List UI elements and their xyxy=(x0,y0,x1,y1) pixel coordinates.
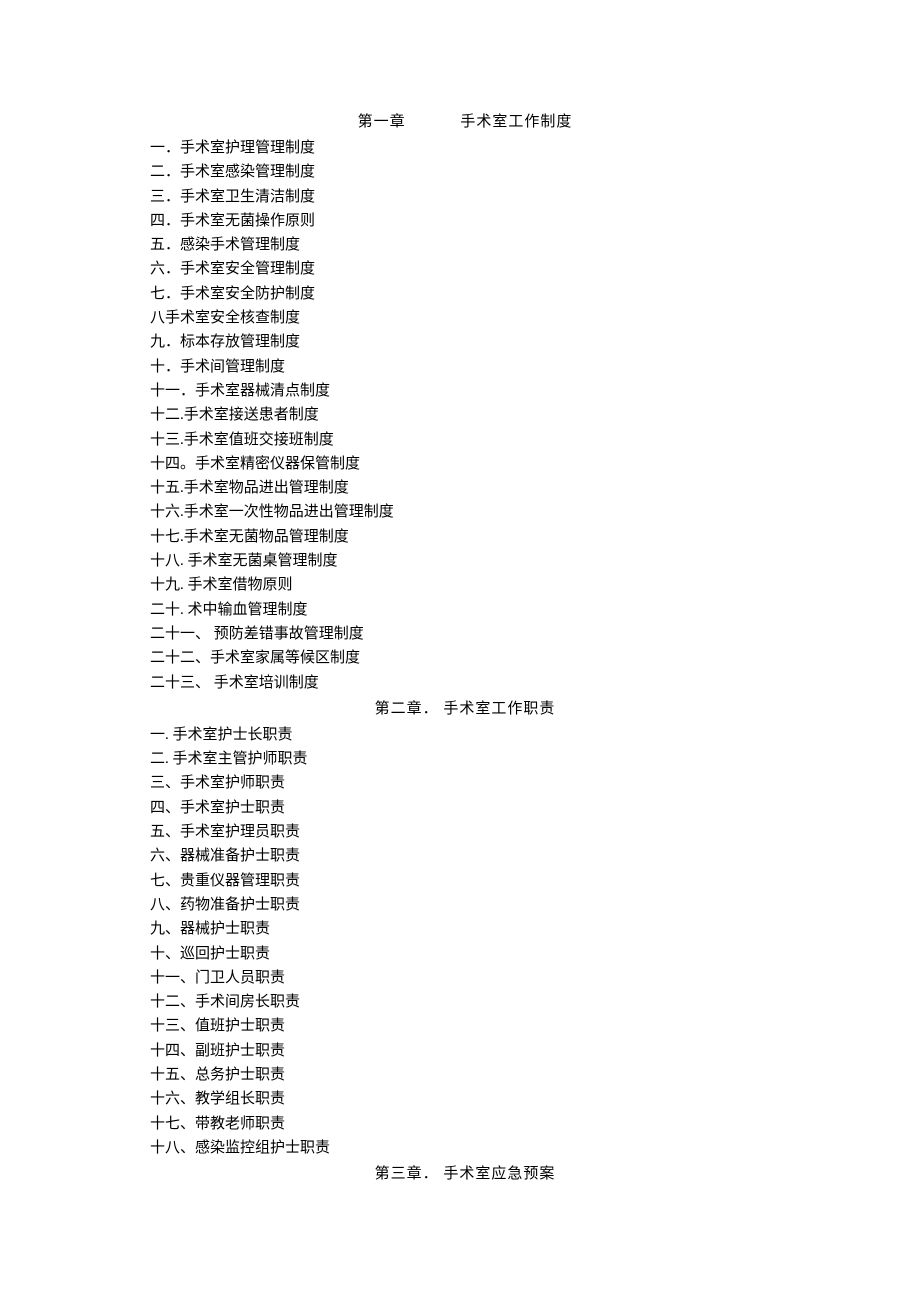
list-item: 三、手术室护师职责 xyxy=(150,771,780,795)
chapter-2-number: 第二章． xyxy=(375,701,439,717)
list-item: 二十一、 预防差错事故管理制度 xyxy=(150,622,780,646)
list-item: 二. 手术室主管护师职责 xyxy=(150,747,780,771)
chapter-1-number: 第一章 xyxy=(358,114,406,130)
list-item: 八手术室安全核查制度 xyxy=(150,306,780,330)
chapter-1-section: 第一章 手术室工作制度 一．手术室护理管理制度 二．手术室感染管理制度 三．手术… xyxy=(150,110,780,695)
list-item: 十六、教学组长职责 xyxy=(150,1087,780,1111)
chapter-1-title: 手术室工作制度 xyxy=(460,114,572,130)
list-item: 四、手术室护士职责 xyxy=(150,796,780,820)
chapter-1-list: 一．手术室护理管理制度 二．手术室感染管理制度 三．手术室卫生清洁制度 四．手术… xyxy=(150,136,780,695)
chapter-3-section: 第三章． 手术室应急预案 xyxy=(150,1162,780,1186)
list-item: 十三.手术室值班交接班制度 xyxy=(150,428,780,452)
list-item: 二十三、 手术室培训制度 xyxy=(150,671,780,695)
list-item: 十二、手术间房长职责 xyxy=(150,990,780,1014)
list-item: 二十. 术中输血管理制度 xyxy=(150,598,780,622)
list-item: 七．手术室安全防护制度 xyxy=(150,282,780,306)
list-item: 八、药物准备护士职责 xyxy=(150,893,780,917)
list-item: 五、手术室护理员职责 xyxy=(150,820,780,844)
list-item: 九、器械护士职责 xyxy=(150,917,780,941)
list-item: 十七.手术室无菌物品管理制度 xyxy=(150,525,780,549)
list-item: 九．标本存放管理制度 xyxy=(150,330,780,354)
list-item: 十九. 手术室借物原则 xyxy=(150,573,780,597)
list-item: 六．手术室安全管理制度 xyxy=(150,257,780,281)
list-item: 一. 手术室护士长职责 xyxy=(150,723,780,747)
chapter-2-heading: 第二章． 手术室工作职责 xyxy=(150,697,780,721)
chapter-1-heading: 第一章 手术室工作制度 xyxy=(150,110,780,134)
list-item: 十八、感染监控组护士职责 xyxy=(150,1136,780,1160)
list-item: 十一．手术室器械清点制度 xyxy=(150,379,780,403)
list-item: 十三、值班护士职责 xyxy=(150,1014,780,1038)
list-item: 十四、副班护士职责 xyxy=(150,1039,780,1063)
chapter-3-number: 第三章． xyxy=(375,1166,439,1182)
list-item: 十七、带教老师职责 xyxy=(150,1112,780,1136)
list-item: 十、巡回护士职责 xyxy=(150,942,780,966)
list-item: 十五.手术室物品进出管理制度 xyxy=(150,476,780,500)
list-item: 五．感染手术管理制度 xyxy=(150,233,780,257)
chapter-2-list: 一. 手术室护士长职责 二. 手术室主管护师职责 三、手术室护师职责 四、手术室… xyxy=(150,723,780,1160)
chapter-3-heading: 第三章． 手术室应急预案 xyxy=(150,1162,780,1186)
list-item: 十一、门卫人员职责 xyxy=(150,966,780,990)
list-item: 十五、总务护士职责 xyxy=(150,1063,780,1087)
list-item: 七、贵重仪器管理职责 xyxy=(150,869,780,893)
list-item: 一．手术室护理管理制度 xyxy=(150,136,780,160)
list-item: 二十二、手术室家属等候区制度 xyxy=(150,646,780,670)
list-item: 十八. 手术室无菌桌管理制度 xyxy=(150,549,780,573)
chapter-3-title: 手术室应急预案 xyxy=(443,1166,555,1182)
list-item: 十四。手术室精密仪器保管制度 xyxy=(150,452,780,476)
list-item: 十二.手术室接送患者制度 xyxy=(150,403,780,427)
list-item: 六、器械准备护士职责 xyxy=(150,844,780,868)
chapter-2-section: 第二章． 手术室工作职责 一. 手术室护士长职责 二. 手术室主管护师职责 三、… xyxy=(150,697,780,1160)
list-item: 四．手术室无菌操作原则 xyxy=(150,209,780,233)
chapter-2-title: 手术室工作职责 xyxy=(443,701,555,717)
list-item: 十六.手术室一次性物品进出管理制度 xyxy=(150,500,780,524)
list-item: 三．手术室卫生清洁制度 xyxy=(150,185,780,209)
list-item: 十．手术间管理制度 xyxy=(150,355,780,379)
list-item: 二．手术室感染管理制度 xyxy=(150,160,780,184)
